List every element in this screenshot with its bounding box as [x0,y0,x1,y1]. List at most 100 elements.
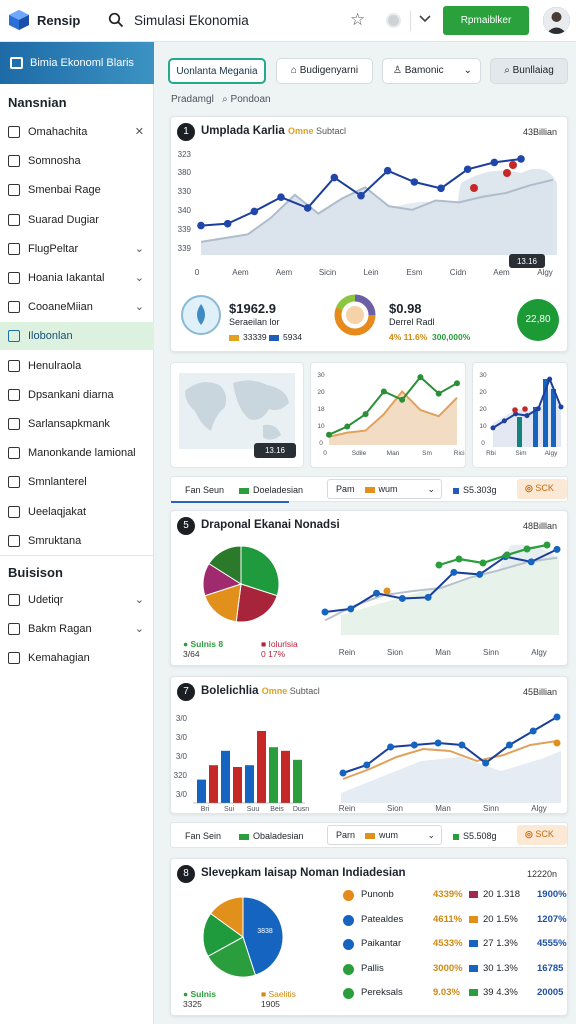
window-icon [10,57,23,69]
item-action-icon[interactable]: ⌄ [135,615,144,643]
table-row[interactable]: Punonb 4339% 20 1.318 1900% [327,885,567,905]
menu-icon [8,447,20,460]
sck-button[interactable]: ◎ SCK [517,479,567,499]
mini-line-chart: 30 20 18 10 00 Sdile Man Sm Ricin [317,372,468,457]
data-point [347,605,355,613]
data-point [321,608,329,616]
table-row[interactable]: Paikantar 4533% 27 1.3% 4555% [327,934,567,954]
y-tick-label: 30 [317,372,325,379]
search-button[interactable]: ⌕ Bunllaiag [490,58,568,84]
legend-swatch [269,334,280,341]
x-tick-label: Esm [407,268,423,277]
chevron-down-icon[interactable] [418,11,432,25]
data-point [553,545,561,553]
y-tick-label: 339 [178,225,192,234]
sidebar-item-label: Henulraola [28,359,82,372]
item-action-icon[interactable]: ⌄ [135,293,144,321]
item-action-icon[interactable]: ⌄ [135,264,144,292]
data-point [503,169,511,177]
sidebar-item[interactable]: Omahachita ✕ [0,118,154,146]
data-point [524,413,530,419]
filter-option[interactable]: Obaladesian [239,831,304,841]
item-action-icon[interactable]: ⌄ [135,586,144,614]
filter-dropdown[interactable]: Pam wum ⌄ [327,479,442,499]
breadcrumb: Pradamgl ⌕ Pondoan [171,94,271,105]
series-area [329,391,457,445]
status-icon[interactable] [386,13,401,28]
breadcrumb-item[interactable]: Pondoan [231,94,271,105]
data-point [517,155,525,163]
sidebar-item-label: Hoania Iakantal [28,272,105,284]
row-icon [343,988,354,999]
sidebar-item[interactable]: Smruktana [0,527,154,555]
menu-icon [8,418,20,430]
sidebar-item-label: Manonkande lamional [28,447,136,460]
data-point [223,219,232,228]
chevron-down-icon: ⌄ [427,484,435,494]
avatar[interactable] [543,7,570,34]
row-icon [343,890,354,901]
budget-button[interactable]: ⌂ Budigenyarni [276,58,373,84]
sidebar-item[interactable]: Henulraola [0,352,154,380]
primary-button[interactable]: Rpmaiblker [443,6,529,35]
sidebar-item[interactable]: Udetiqr ⌄ [0,586,154,614]
menu-icon [8,476,20,489]
x-tick-label: Suu [247,806,260,813]
legend-swatch [469,891,478,898]
sidebar-item[interactable]: Sarlansapkmank [0,410,154,438]
star-icon[interactable]: ☆ [350,10,365,30]
y-tick-label: 10 [317,423,325,430]
sidebar-item[interactable]: Somnosha [0,147,154,175]
sidebar-item[interactable]: Ilobonlan [0,322,154,351]
menu-icon [8,126,20,138]
data-point [450,568,458,576]
x-tick-label: Sicin [319,268,336,277]
sidebar-header-label: Bimia Ekonoml Blaris [30,57,134,69]
card-value: 45Billian [522,687,557,697]
search-input[interactable]: Simulasi Ekonomia [134,13,249,28]
sidebar-item[interactable]: Kemahagian [0,644,154,672]
mini-bar-chart: 30 20 20 10 0Rbi Sim Algy [479,372,564,457]
filter-dropdown[interactable]: Parn wum ⌄ [327,825,442,845]
row-value: 20 1.318 [483,889,520,900]
table-row[interactable]: Pallis 3000% 30 1.3% 16785 [327,959,563,979]
legend-value: 0 17% [261,649,286,659]
data-point [479,559,487,567]
sidebar-item[interactable]: Bakm Ragan ⌄ [0,615,154,643]
filter-label[interactable]: Fan Seun [185,485,224,495]
item-action-icon[interactable]: ⌄ [135,235,144,263]
legend-item: ■ Iolurlsia 0 17% [261,639,298,659]
table-row[interactable]: Patealdes 4611% 20 1.5% 1207% [327,910,567,930]
pie-chart: 3838 [202,896,284,978]
sidebar-item[interactable]: Ueelaqjakat [0,498,154,526]
legend-swatch [239,487,249,494]
sck-button[interactable]: ◎ SCK [517,825,567,845]
sidebar-item[interactable]: Suarad Dugiar [0,206,154,234]
item-action-icon[interactable]: ✕ [135,118,144,146]
sidebar: Bimia Ekonoml Blaris Nansnian Omahachita… [0,42,154,1024]
tab-button[interactable]: Uonlanta Megania [168,58,266,84]
filter-option[interactable]: Doeladesian [239,485,303,495]
sidebar-item[interactable]: Smenbai Rage [0,176,154,204]
data-point [503,551,511,559]
table-row[interactable]: Pereksals 9.03% 39 4.3% 20005 [327,983,563,1003]
legend-item: ● Sulnis 8 3/64 [183,639,224,659]
sidebar-item[interactable]: Manonkande lamional [0,439,154,467]
sidebar-item-label: Udetiqr [28,594,64,606]
sidebar-item[interactable]: Hoania Iakantal ⌄ [0,264,154,292]
person-dropdown[interactable]: ♙ Bamonic ⌄ [382,58,481,84]
menu-icon [8,534,20,547]
filter-label[interactable]: Fan Sein [185,831,221,841]
x-tick-label: Algy [531,804,547,813]
data-point [455,555,463,563]
sidebar-header[interactable]: Bimia Ekonoml Blaris [0,42,154,84]
line-chart: Rein Sion Man Sinn Algy [321,541,561,657]
sidebar-item[interactable]: Smnlanterel [0,468,154,496]
data-point [529,727,537,735]
y-tick-label: 0 [319,440,323,447]
sidebar-item[interactable]: Dpsankani diarna [0,381,154,409]
value-tag-label: 13.16 [517,257,538,266]
sidebar-item[interactable]: CooaneMiian ⌄ [0,293,154,321]
breadcrumb-item[interactable]: Pradamgl [171,94,214,105]
sidebar-item[interactable]: FlugPeltar ⌄ [0,235,154,263]
